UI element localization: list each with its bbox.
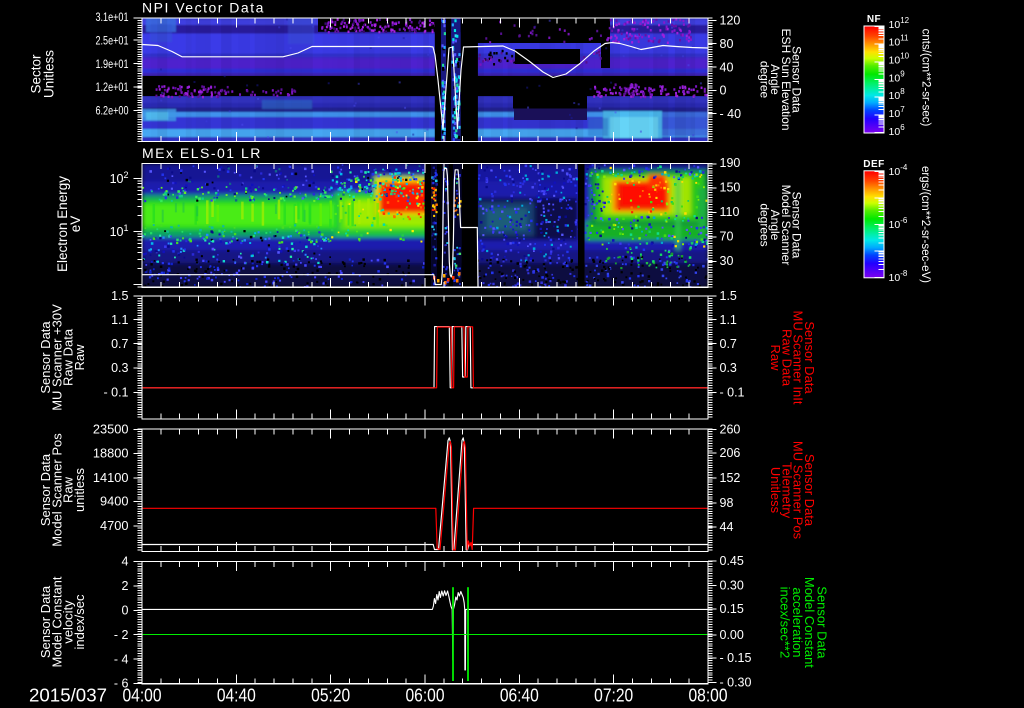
- svg-text:18800: 18800: [93, 446, 129, 461]
- svg-text:unitless: unitless: [72, 467, 87, 512]
- svg-text:- 0.15: - 0.15: [720, 651, 752, 665]
- svg-text:degrees: degrees: [757, 203, 771, 246]
- svg-text:NF: NF: [867, 14, 881, 25]
- svg-text:0.30: 0.30: [720, 579, 744, 593]
- svg-text:2: 2: [122, 579, 129, 593]
- svg-text:NPI Vector Data: NPI Vector Data: [142, 0, 265, 16]
- svg-text:- 40: - 40: [720, 107, 742, 121]
- svg-text:04:00: 04:00: [123, 685, 162, 706]
- svg-text:80: 80: [720, 37, 734, 51]
- svg-text:120: 120: [720, 14, 741, 28]
- svg-text:ergs/(cm**2-sr-sec-eV): ergs/(cm**2-sr-sec-eV): [919, 166, 931, 283]
- svg-text:1.1: 1.1: [111, 313, 128, 327]
- svg-text:2.5e+01: 2.5e+01: [96, 33, 129, 47]
- svg-text:07:20: 07:20: [594, 685, 633, 706]
- svg-text:0.3: 0.3: [111, 361, 128, 375]
- svg-text:1.9e+01: 1.9e+01: [96, 57, 129, 71]
- svg-text:0.00: 0.00: [720, 628, 744, 642]
- svg-text:9400: 9400: [100, 494, 128, 509]
- svg-text:- 2: - 2: [114, 628, 129, 642]
- svg-text:40: 40: [720, 60, 734, 74]
- svg-text:30: 30: [720, 254, 734, 268]
- svg-text:110: 110: [720, 205, 740, 219]
- svg-text:14100: 14100: [93, 470, 129, 485]
- svg-text:1.1: 1.1: [720, 313, 737, 327]
- svg-text:6.2e+00: 6.2e+00: [96, 104, 129, 118]
- svg-text:index/sec: index/sec: [72, 594, 87, 649]
- svg-text:06:40: 06:40: [500, 685, 539, 706]
- svg-text:1.5: 1.5: [720, 289, 737, 303]
- svg-text:Raw: Raw: [768, 344, 783, 371]
- svg-text:0.3: 0.3: [720, 361, 737, 375]
- svg-text:cnts/(cm**2-sr-sec): cnts/(cm**2-sr-sec): [920, 29, 932, 127]
- svg-text:- 0.1: - 0.1: [103, 386, 128, 400]
- svg-text:4: 4: [122, 555, 129, 569]
- svg-text:08:00: 08:00: [688, 685, 727, 706]
- svg-text:152: 152: [720, 471, 741, 485]
- svg-text:206: 206: [720, 446, 741, 460]
- svg-text:- 4: - 4: [114, 652, 129, 666]
- svg-text:0: 0: [720, 84, 727, 98]
- svg-text:150: 150: [720, 181, 741, 195]
- svg-text:70: 70: [720, 230, 734, 244]
- svg-text:0.7: 0.7: [111, 337, 128, 351]
- svg-text:23500: 23500: [93, 422, 129, 437]
- svg-text:04:40: 04:40: [217, 685, 256, 706]
- svg-text:0.45: 0.45: [720, 554, 744, 568]
- svg-text:3.1e+01: 3.1e+01: [96, 10, 129, 24]
- svg-text:190: 190: [720, 156, 741, 170]
- svg-text:4700: 4700: [100, 518, 128, 533]
- svg-text:260: 260: [720, 423, 741, 437]
- svg-text:degree: degree: [757, 61, 771, 99]
- svg-text:05:20: 05:20: [311, 685, 350, 706]
- svg-text:eV: eV: [68, 216, 83, 233]
- svg-text:- 0.1: - 0.1: [720, 386, 745, 400]
- svg-text:44: 44: [720, 520, 734, 534]
- svg-text:Unitless: Unitless: [41, 50, 56, 98]
- svg-text:2015/037: 2015/037: [29, 685, 107, 706]
- svg-text:0.15: 0.15: [720, 602, 744, 616]
- svg-text:incex/sec**2: incex/sec**2: [778, 587, 793, 659]
- svg-text:0.7: 0.7: [720, 337, 737, 351]
- svg-text:DEF: DEF: [863, 159, 885, 170]
- svg-text:Raw: Raw: [72, 344, 87, 371]
- svg-text:1.2e+01: 1.2e+01: [96, 80, 129, 94]
- svg-text:98: 98: [720, 496, 734, 510]
- svg-text:0: 0: [122, 604, 129, 618]
- svg-text:MEx ELS-01 LR: MEx ELS-01 LR: [142, 145, 262, 161]
- svg-text:Unitless: Unitless: [768, 467, 783, 514]
- svg-text:1.5: 1.5: [111, 289, 128, 303]
- svg-text:06:00: 06:00: [405, 685, 444, 706]
